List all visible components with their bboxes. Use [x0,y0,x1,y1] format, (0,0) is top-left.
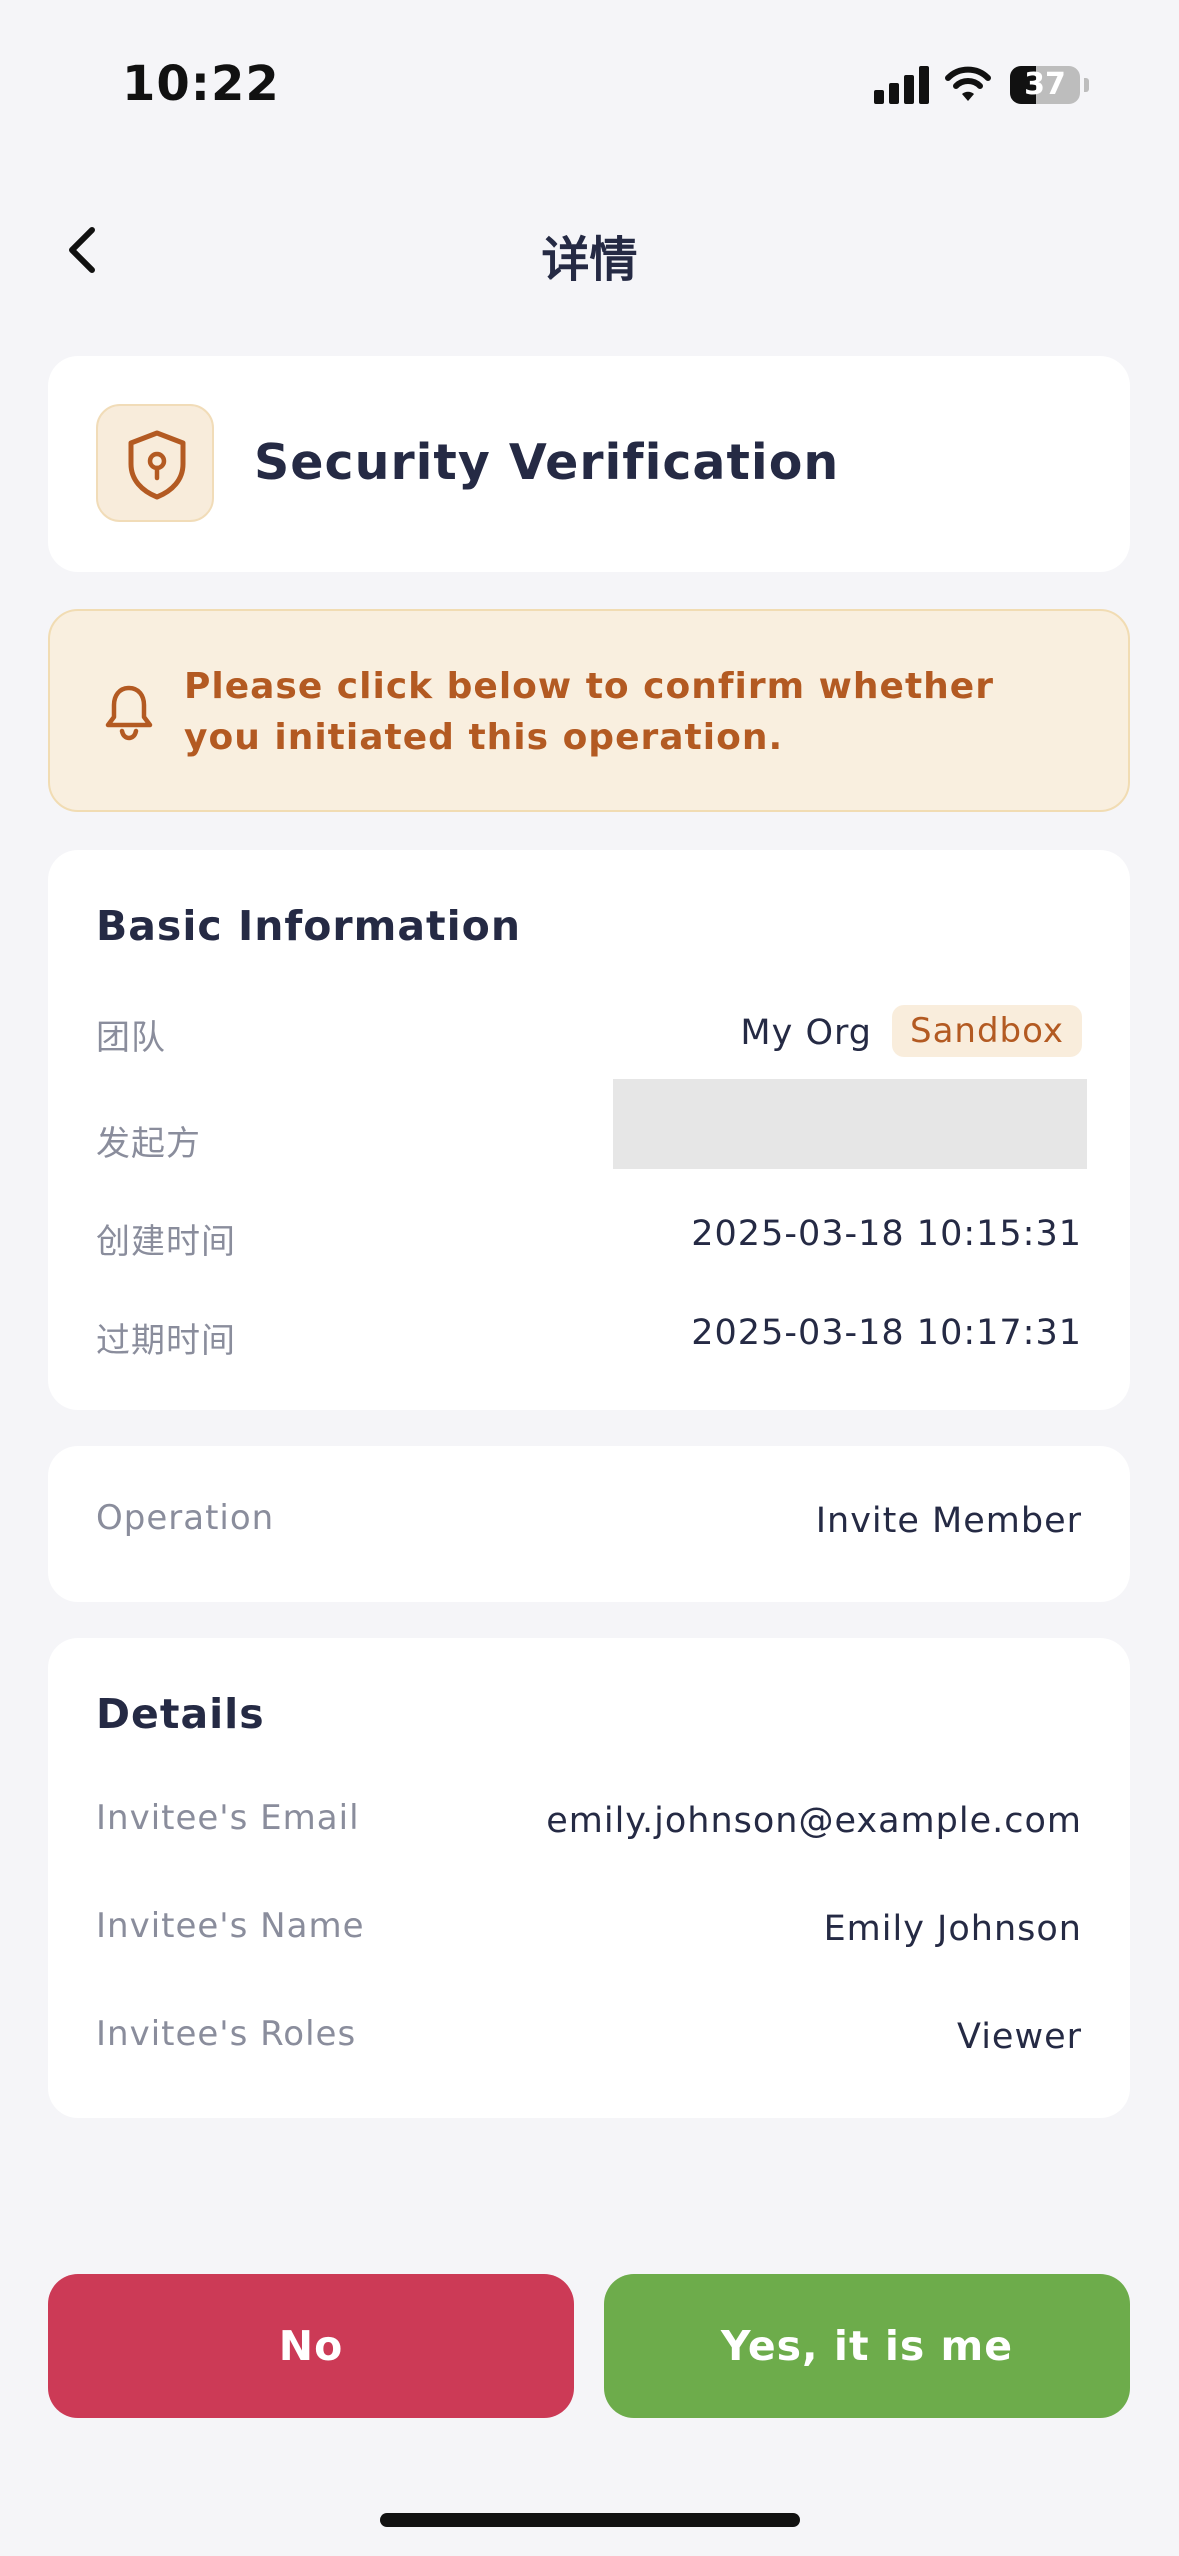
expires-time-value: 2025-03-18 10:17:31 [691,1313,1082,1353]
signal-icon [874,66,930,104]
shield-icon-container [96,404,214,522]
security-card: Security Verification [48,356,1130,572]
yes-it-is-me-button[interactable]: Yes, it is me [604,2274,1130,2418]
invitee-roles-label: Invitee's Roles [96,2014,357,2054]
notice-text: Please click below to confirm whether yo… [184,666,994,758]
battery-tip [1084,78,1089,92]
expires-time-label: 过期时间 [96,1321,236,1361]
team-label: 团队 [96,1018,166,1058]
invitee-email-label: Invitee's Email [96,1798,360,1838]
invitee-name-label: Invitee's Name [96,1906,365,1946]
battery-icon: 37 [1010,66,1080,104]
status-time: 10:22 [122,56,280,112]
initiator-label: 发起方 [96,1124,201,1164]
invitee-email-value: emily.johnson@example.com [546,1801,1082,1841]
shield-lock-icon [128,430,186,500]
home-indicator[interactable] [380,2513,800,2527]
confirmation-notice: Please click below to confirm whether yo… [48,609,1130,812]
battery-level: 37 [1024,67,1066,102]
security-title: Security Verification [254,434,840,491]
details-title: Details [96,1690,265,1738]
created-time-label: 创建时间 [96,1222,236,1262]
details-card: Details Invitee's Email emily.johnson@ex… [48,1638,1130,2118]
invitee-name-value: Emily Johnson [823,1909,1082,1949]
operation-card: Operation Invite Member [48,1446,1130,1602]
basic-information-title: Basic Information [96,902,522,950]
bell-icon [105,685,153,741]
invitee-roles-value: Viewer [957,2017,1082,2057]
operation-value: Invite Member [815,1501,1082,1541]
page-title: 详情 [541,232,638,288]
wifi-icon [944,64,992,104]
created-time-value: 2025-03-18 10:15:31 [691,1214,1082,1254]
initiator-value-redacted [613,1079,1087,1169]
sandbox-badge: Sandbox [891,1005,1082,1057]
team-value: My Org [740,1013,872,1053]
operation-label: Operation [96,1498,275,1538]
basic-information-card: Basic Information 团队 Sandbox My Org 发起方 … [48,850,1130,1410]
no-button[interactable]: No [48,2274,574,2418]
